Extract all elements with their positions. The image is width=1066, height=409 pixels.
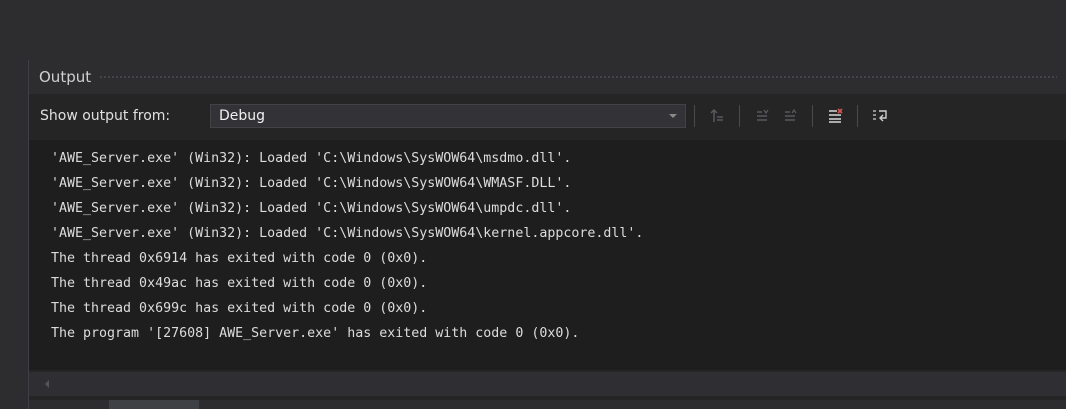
chevron-down-icon bbox=[669, 114, 677, 118]
panel-title-bar[interactable]: Output bbox=[29, 60, 1066, 94]
output-line: The thread 0x6914 has exited with code 0… bbox=[51, 251, 428, 266]
output-line: The thread 0x699c has exited with code 0… bbox=[51, 301, 428, 316]
toolbar-separator bbox=[812, 105, 813, 127]
output-line: 'AWE_Server.exe' (Win32): Loaded 'C:\Win… bbox=[51, 151, 572, 166]
output-line: The program '[27608] AWE_Server.exe' has… bbox=[51, 326, 580, 341]
output-source-value: Debug bbox=[219, 108, 266, 124]
toggle-word-wrap-icon[interactable] bbox=[869, 105, 891, 127]
find-message-icon[interactable] bbox=[751, 105, 773, 127]
output-text-area[interactable]: 'AWE_Server.exe' (Win32): Loaded 'C:\Win… bbox=[29, 140, 1066, 370]
toolbar-separator bbox=[739, 105, 740, 127]
output-line: 'AWE_Server.exe' (Win32): Loaded 'C:\Win… bbox=[51, 176, 572, 191]
output-toolbar: Show output from: Debug bbox=[29, 102, 1066, 130]
panel-title: Output bbox=[39, 68, 92, 86]
clear-all-icon[interactable] bbox=[824, 105, 846, 127]
toolbar-separator bbox=[694, 105, 695, 127]
bottom-tab[interactable] bbox=[109, 400, 199, 409]
bottom-tab-strip bbox=[29, 400, 1066, 409]
horizontal-scrollbar[interactable] bbox=[29, 372, 1066, 396]
go-to-next-message-icon[interactable] bbox=[779, 105, 801, 127]
toolbar-separator bbox=[857, 105, 858, 127]
title-grip bbox=[99, 74, 1057, 80]
output-line: 'AWE_Server.exe' (Win32): Loaded 'C:\Win… bbox=[51, 226, 644, 241]
output-panel: Output Show output from: Debug 'AWE_Serv… bbox=[28, 60, 1066, 409]
show-output-label: Show output from: bbox=[40, 108, 171, 124]
output-line: 'AWE_Server.exe' (Win32): Loaded 'C:\Win… bbox=[51, 201, 572, 216]
go-to-previous-message-icon[interactable] bbox=[706, 105, 728, 127]
output-line: The thread 0x49ac has exited with code 0… bbox=[51, 276, 428, 291]
output-source-dropdown[interactable]: Debug bbox=[210, 104, 686, 128]
top-strip bbox=[0, 0, 1066, 60]
scroll-left-arrow-icon[interactable] bbox=[45, 380, 49, 388]
